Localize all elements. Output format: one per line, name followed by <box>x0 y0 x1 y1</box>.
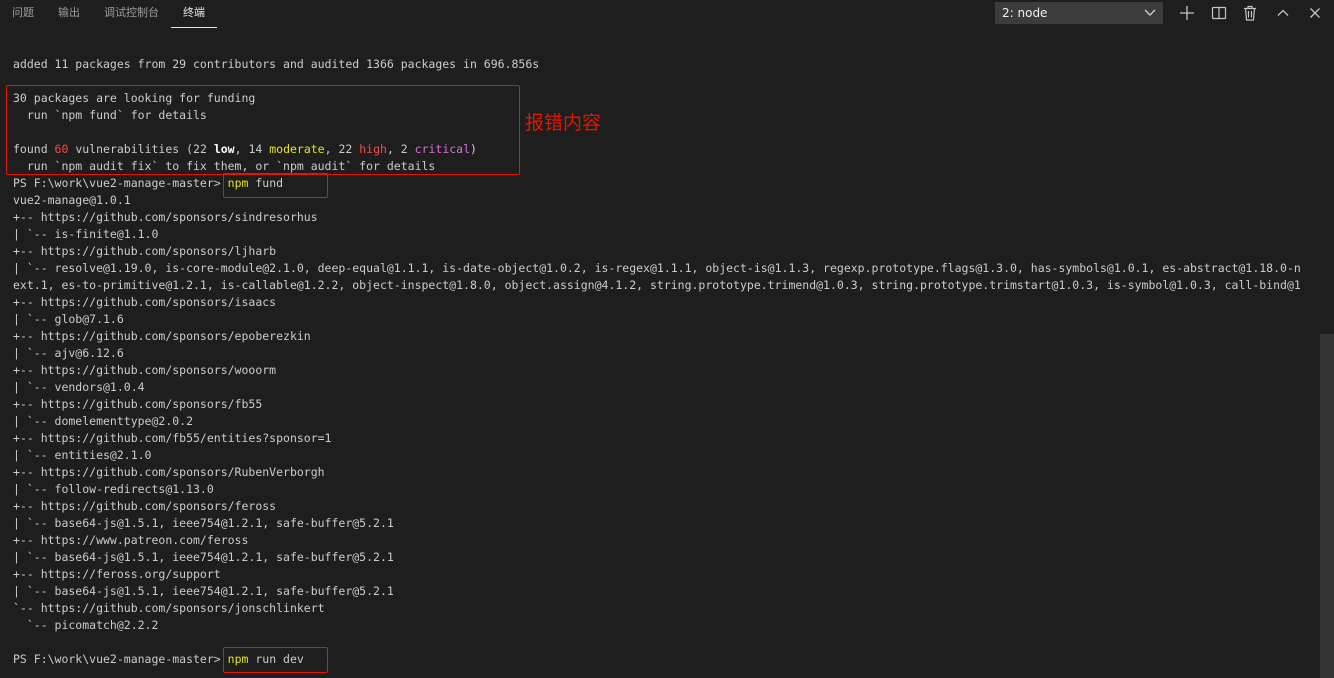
prompt: PS F:\work\vue2-manage-master> <box>13 652 221 666</box>
fund-output-line: | `-- base64-js@1.5.1, ieee754@1.2.1, sa… <box>13 584 394 598</box>
fund-output-line: | `-- entities@2.1.0 <box>13 448 152 462</box>
fund-output-line: +-- https://feross.org/support <box>13 567 221 581</box>
tab-problems[interactable]: 问题 <box>0 0 46 28</box>
fund-output-line: ext.1, es-to-primitive@1.2.1, is-callabl… <box>13 278 1301 292</box>
fund-output-line: | `-- resolve@1.19.0, is-core-module@2.1… <box>13 261 1301 275</box>
fund-output-line: +-- https://github.com/sponsors/wooorm <box>13 363 277 377</box>
terminal-line: added 11 packages from 29 contributors a… <box>13 57 540 71</box>
fund-output-line: | `-- is-finite@1.1.0 <box>13 227 159 241</box>
fund-output-line: +-- https://github.com/sponsors/sindreso… <box>13 210 318 224</box>
fund-output-line: | `-- glob@7.1.6 <box>13 312 124 326</box>
fund-output-line: +-- https://github.com/sponsors/isaacs <box>13 295 277 309</box>
terminal-select-value: 2: node <box>1002 6 1048 20</box>
fund-output-line: +-- https://github.com/sponsors/epoberez… <box>13 329 311 343</box>
fund-output-line: +-- https://www.patreon.com/feross <box>13 533 249 547</box>
fund-output-line: | `-- base64-js@1.5.1, ieee754@1.2.1, sa… <box>13 516 394 530</box>
panel-tabs: 问题 输出 调试控制台 终端 <box>0 0 217 28</box>
fund-output-line: `-- https://github.com/sponsors/jonschli… <box>13 601 325 615</box>
close-icon[interactable] <box>1306 4 1324 22</box>
fund-output-line: +-- https://github.com/fb55/entities?spo… <box>13 431 332 445</box>
fund-output-line: `-- picomatch@2.2.2 <box>13 618 159 632</box>
command-highlight-box <box>223 173 328 198</box>
split-icon[interactable] <box>1210 4 1228 22</box>
scrollbar-thumb[interactable] <box>1320 334 1334 678</box>
fund-output-line: | `-- ajv@6.12.6 <box>13 346 124 360</box>
fund-output-line: +-- https://github.com/sponsors/ljharb <box>13 244 277 258</box>
fund-output-line: | `-- base64-js@1.5.1, ieee754@1.2.1, sa… <box>13 550 394 564</box>
chevron-up-icon[interactable] <box>1274 4 1292 22</box>
tab-output[interactable]: 输出 <box>46 0 92 28</box>
trash-icon[interactable] <box>1241 4 1259 22</box>
error-annotation: 报错内容 <box>525 112 602 134</box>
tab-terminal[interactable]: 终端 <box>171 0 217 28</box>
fund-output-line: +-- https://github.com/sponsors/RubenVer… <box>13 465 325 479</box>
fund-output-line: +-- https://github.com/sponsors/feross <box>13 499 277 513</box>
tab-debug-console[interactable]: 调试控制台 <box>92 0 171 28</box>
command-highlight-box <box>223 647 328 673</box>
fund-output-line: | `-- follow-redirects@1.13.0 <box>13 482 214 496</box>
fund-output-line: vue2-manage@1.0.1 <box>13 193 131 207</box>
fund-output-line: | `-- domelementtype@2.0.2 <box>13 414 194 428</box>
prompt: PS F:\work\vue2-manage-master> <box>13 176 221 190</box>
fund-output-line: | `-- vendors@1.0.4 <box>13 380 145 394</box>
panel-header: 问题 输出 调试控制台 终端 2: node <box>0 0 1334 28</box>
plus-icon[interactable] <box>1178 4 1196 22</box>
terminal-select[interactable]: 2: node <box>995 2 1163 24</box>
fund-output-line: +-- https://github.com/sponsors/fb55 <box>13 397 263 411</box>
error-highlight-box <box>6 85 520 175</box>
chevron-down-icon <box>1144 3 1156 17</box>
